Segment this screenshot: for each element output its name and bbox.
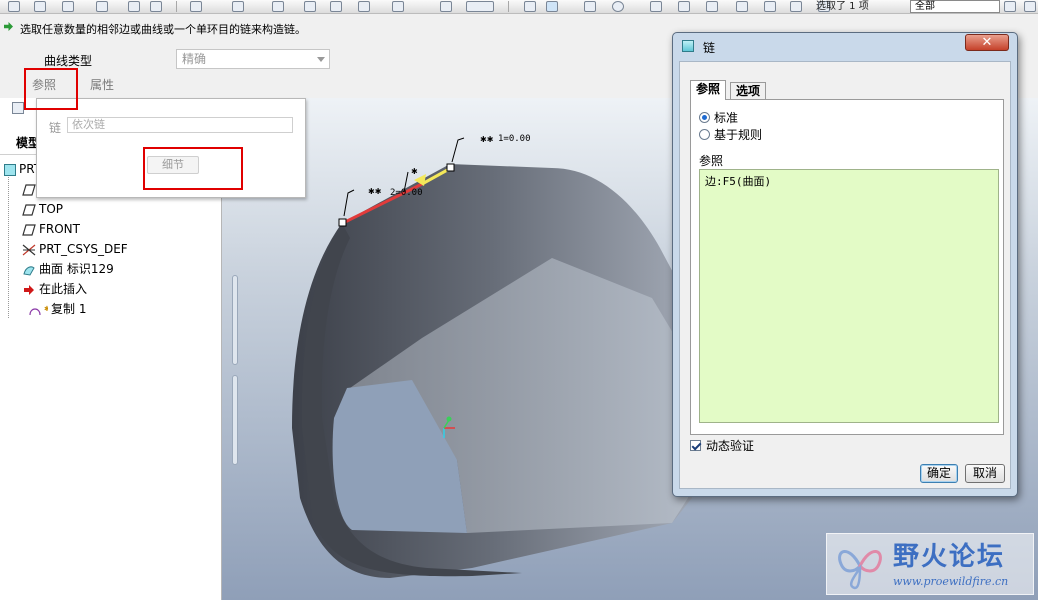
toolbar-separator: [508, 1, 509, 12]
saved-views-icon[interactable]: [764, 1, 776, 12]
chain-dialog-icon: [682, 40, 694, 52]
prompt-arrow-icon: [4, 22, 13, 31]
model-tree-icon[interactable]: [12, 102, 24, 114]
tree-item-top[interactable]: TOP: [22, 200, 63, 218]
surface-icon: [23, 265, 35, 276]
coordinate-system-icon: [22, 244, 36, 255]
curve-type-select[interactable]: 精确: [176, 49, 330, 69]
list-item[interactable]: 边:F5(曲面): [705, 173, 771, 189]
shading-icon[interactable]: [612, 1, 624, 12]
radio-standard[interactable]: 标准: [699, 111, 738, 125]
paste-icon[interactable]: [330, 1, 342, 12]
cancel-button[interactable]: 取消: [965, 464, 1005, 483]
close-icon[interactable]: ✕: [965, 34, 1009, 51]
checkbox-checked[interactable]: [690, 440, 701, 451]
tab-properties[interactable]: 属性: [90, 76, 114, 93]
references-tab-content: 标准 基于规则 参照 边:F5(曲面): [690, 99, 1004, 435]
dimension-symbol: ✱✱: [480, 135, 494, 144]
curve-icon[interactable]: [546, 1, 558, 12]
orient-icon[interactable]: [736, 1, 748, 12]
dimension-value-2[interactable]: 2=0.00: [390, 188, 423, 198]
dialog-titlebar[interactable]: 链 ✕: [673, 33, 1017, 59]
tree-item-copy[interactable]: ✱ 复制 1: [22, 300, 86, 318]
edge-handle-start[interactable]: [338, 218, 347, 227]
chain-collector[interactable]: 依次链: [67, 117, 293, 133]
link-icon[interactable]: [150, 1, 162, 12]
redo-icon[interactable]: [232, 1, 244, 12]
curve-type-label: 曲线类型: [44, 54, 93, 68]
model-icon[interactable]: [440, 1, 452, 12]
mirror-icon[interactable]: [392, 1, 404, 12]
rotate-icon[interactable]: [584, 1, 596, 12]
dynamic-verify-checkbox[interactable]: 动态验证: [690, 439, 754, 453]
chain-dialog: 链 ✕ 参照 选项 标准 基于规则 参照 边:F5(曲面) 动态验证 确定 取消: [672, 32, 1018, 497]
radio-rule-based[interactable]: 基于规则: [699, 128, 762, 142]
message-prompt: 选取任意数量的相邻边或曲线或一个单环目的链来构造链。: [20, 23, 306, 36]
curve-type-value: 精确: [182, 52, 207, 66]
dimension-value-1[interactable]: 1=0.00: [498, 134, 531, 144]
refit-icon[interactable]: [706, 1, 718, 12]
dimension-leader: [343, 189, 355, 217]
references-list[interactable]: 边:F5(曲面): [699, 169, 999, 423]
mail-icon[interactable]: [128, 1, 140, 12]
datum-plane-icon: [22, 223, 36, 236]
datum-plane-icon: [22, 183, 36, 196]
tree-item-front[interactable]: FRONT: [22, 220, 80, 238]
dimension-symbol: ✱✱: [368, 187, 382, 196]
part-icon: [4, 163, 16, 176]
dialog-title: 链: [703, 41, 716, 55]
svg-text:✱: ✱: [44, 305, 48, 313]
tree-item-insert-here[interactable]: 在此插入: [22, 280, 87, 298]
open-file-icon[interactable]: [34, 1, 46, 12]
window-icon[interactable]: [466, 1, 494, 12]
watermark-title: 野火论坛: [893, 542, 1006, 572]
layers-icon[interactable]: [790, 1, 802, 12]
tab-dialog-options[interactable]: 选项: [730, 82, 767, 99]
dimension-leader: [451, 137, 465, 163]
top-toolbar: 选取了 1 项 全部: [0, 0, 1038, 14]
undo-icon[interactable]: [190, 1, 202, 12]
selection-status: 选取了 1 项: [816, 1, 869, 12]
save-icon[interactable]: [62, 1, 74, 12]
dialog-body: 参照 选项 标准 基于规则 参照 边:F5(曲面) 动态验证 确定 取消: [679, 61, 1011, 489]
csys-origin: [446, 416, 452, 422]
sash-handle-upper[interactable]: [232, 275, 238, 365]
forum-watermark: 野火论坛 www.proewildfire.cn: [826, 533, 1034, 595]
highlight-details-button: [143, 147, 243, 190]
display-style-icon[interactable]: [1004, 1, 1016, 12]
zoom-out-icon[interactable]: [678, 1, 690, 12]
edge-handle-end[interactable]: [446, 163, 455, 172]
datum-display-icon[interactable]: [1024, 1, 1036, 12]
zoom-in-icon[interactable]: [650, 1, 662, 12]
panel-sash[interactable]: [230, 275, 240, 465]
tree-item-surface[interactable]: 曲面 标识129: [22, 260, 114, 278]
sash-handle-lower[interactable]: [232, 375, 238, 465]
new-file-icon[interactable]: [8, 1, 20, 12]
radio-button-selected[interactable]: [699, 112, 710, 123]
feature-dashboard: 选取任意数量的相邻边或曲线或一个单环目的链来构造链。 曲线类型 精确 参照 属性: [0, 14, 780, 98]
copy-icon[interactable]: [304, 1, 316, 12]
ok-button[interactable]: 确定: [920, 464, 958, 483]
datum-plane-icon: [22, 203, 36, 216]
highlight-references-tab: [24, 68, 78, 110]
print-icon[interactable]: [96, 1, 108, 12]
insert-arrow-icon: [24, 284, 34, 295]
tree-connector: [8, 168, 10, 318]
copy-feature-icon: ✱: [29, 305, 48, 315]
watermark-url: www.proewildfire.cn: [893, 575, 1009, 588]
toolbar-separator: [176, 1, 177, 12]
paste-special-icon[interactable]: [358, 1, 370, 12]
tree-item-csys[interactable]: PRT_CSYS_DEF: [22, 240, 128, 258]
butterfly-logo-icon: [838, 550, 882, 590]
dimension-symbol: ✱: [411, 167, 418, 176]
references-label: 参照: [699, 154, 724, 168]
chevron-down-icon: [317, 57, 325, 62]
sketch-icon[interactable]: [524, 1, 536, 12]
chain-label: 链: [49, 121, 62, 135]
selection-filter-select[interactable]: 全部: [910, 0, 1000, 13]
tab-dialog-references[interactable]: 参照: [690, 80, 727, 100]
regenerate-icon[interactable]: [272, 1, 284, 12]
radio-button[interactable]: [699, 129, 710, 140]
